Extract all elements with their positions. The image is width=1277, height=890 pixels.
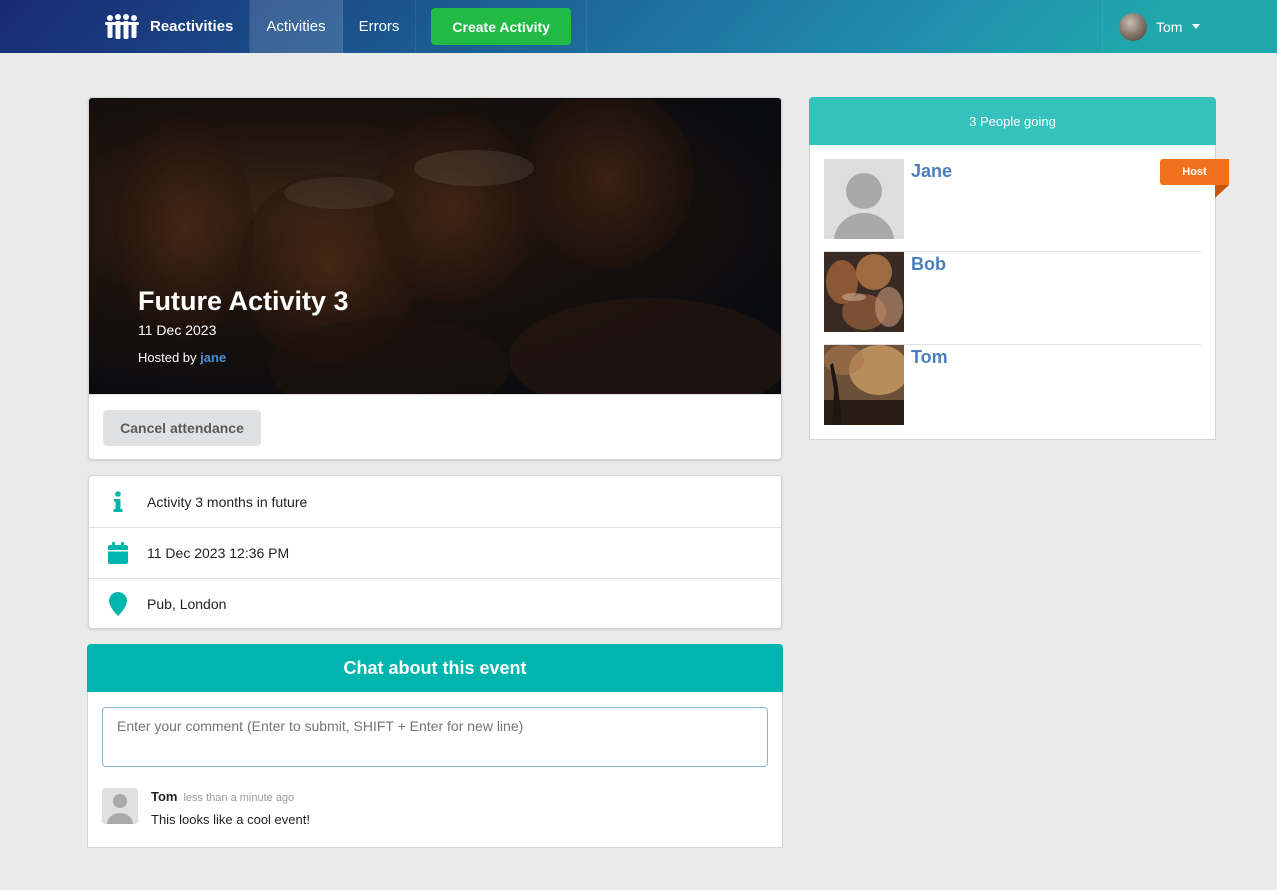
brand-link[interactable]: Reactivities (88, 0, 251, 53)
user-menu[interactable]: Tom (1102, 0, 1216, 53)
attendee-name[interactable]: Bob (911, 254, 946, 275)
activity-location: Pub, London (147, 596, 227, 612)
attendee-avatar (824, 252, 904, 332)
map-marker-icon (89, 592, 147, 616)
activity-hero-text: Future Activity 3 11 Dec 2023 Hosted by … (138, 286, 349, 365)
chat-panel: Tom less than a minute ago This looks lik… (87, 692, 783, 848)
activity-date: 11 Dec 2023 (138, 322, 217, 338)
create-activity-wrapper: Create Activity (416, 0, 587, 53)
attendee-name[interactable]: Tom (911, 347, 948, 368)
hosted-by-prefix: Hosted by (138, 350, 201, 365)
activity-header-card: Future Activity 3 11 Dec 2023 Hosted by … (88, 97, 782, 460)
cancel-attendance-button[interactable]: Cancel attendance (103, 410, 261, 446)
comment-author[interactable]: Tom (151, 789, 177, 804)
calendar-icon (89, 542, 147, 564)
activity-description: Activity 3 months in future (147, 493, 308, 510)
user-avatar (1119, 12, 1147, 41)
comment-text: This looks like a cool event! (151, 812, 310, 827)
activity-hero-image: Future Activity 3 11 Dec 2023 Hosted by … (89, 98, 781, 394)
chevron-down-icon (1192, 24, 1201, 29)
create-activity-button[interactable]: Create Activity (431, 8, 571, 45)
host-ribbon-label: Host (1160, 159, 1229, 185)
attendees-header: 3 People going (809, 97, 1216, 145)
host-link[interactable]: jane (200, 350, 226, 365)
info-icon (89, 490, 147, 513)
nav-activities[interactable]: Activities (250, 0, 343, 53)
activity-info-card: Activity 3 months in future 11 Dec 2023 … (88, 475, 782, 629)
brand-label: Reactivities (150, 18, 234, 35)
attendee-item: Tom (824, 345, 1201, 438)
attendee-avatar (824, 345, 904, 425)
top-navbar: Reactivities Activities Errors Create Ac… (0, 0, 1277, 53)
ribbon-fold (1215, 185, 1229, 198)
nav-errors[interactable]: Errors (343, 0, 417, 53)
comment-avatar (102, 788, 138, 824)
info-row-location: Pub, London (89, 578, 781, 629)
chat-header: Chat about this event (87, 644, 783, 692)
comment-input[interactable] (102, 707, 768, 767)
attendee-item: Bob (824, 252, 1201, 345)
comment-time: less than a minute ago (183, 792, 295, 804)
activity-title: Future Activity 3 (138, 286, 349, 316)
activity-actions: Cancel attendance (89, 394, 781, 459)
info-row-date: 11 Dec 2023 12:36 PM (89, 527, 781, 578)
hosted-by: Hosted by jane (138, 350, 349, 365)
activity-datetime: 11 Dec 2023 12:36 PM (147, 545, 290, 561)
attendee-item: Jane (824, 159, 1201, 252)
attendee-name[interactable]: Jane (911, 161, 952, 182)
info-row-description: Activity 3 months in future (89, 476, 781, 527)
comment-item: Tom less than a minute ago This looks lik… (102, 788, 310, 827)
attendee-avatar (824, 159, 904, 239)
people-logo-icon (105, 13, 139, 39)
attendees-list: Jane Bob Tom (809, 145, 1216, 440)
user-name: Tom (1156, 18, 1183, 35)
